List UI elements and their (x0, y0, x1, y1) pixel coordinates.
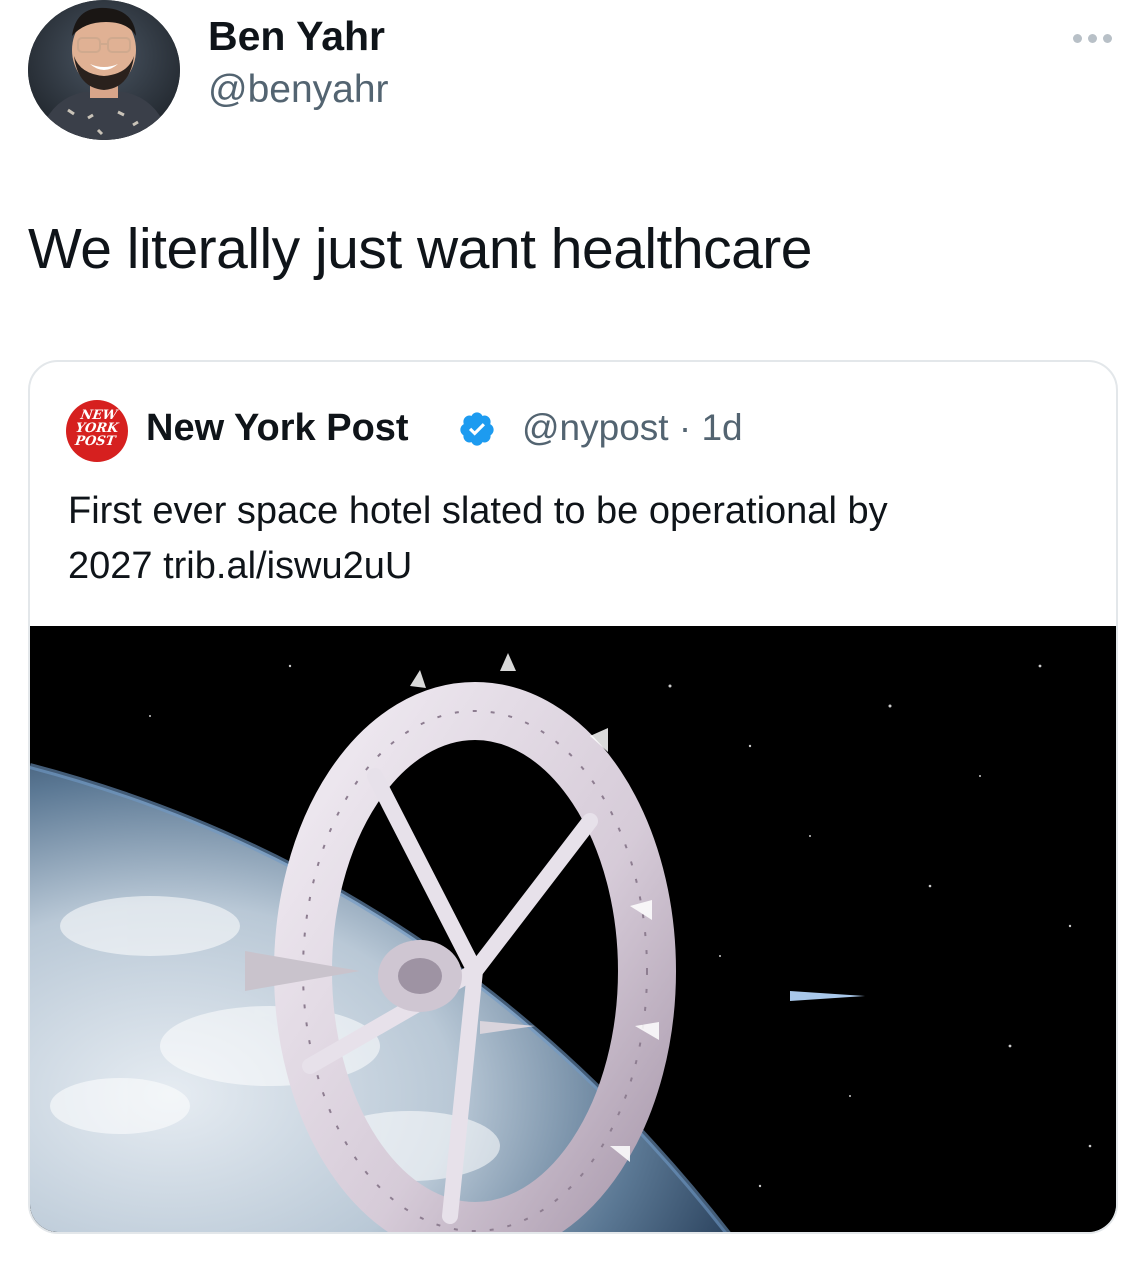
nypost-logo-text: NEW YORK POST (66, 408, 128, 449)
space-hotel-illustration (30, 626, 1116, 1232)
quoted-tweet-card[interactable]: NEW YORK POST New York Post @nypost · 1d… (28, 360, 1118, 1234)
quoted-text-line[interactable]: 2027 trib.al/iswu2uU (68, 539, 1088, 594)
more-horizontal-icon-dot (1087, 33, 1097, 43)
avatar[interactable] (28, 0, 180, 140)
more-options-button[interactable] (1062, 26, 1122, 50)
more-horizontal-icon-dot (1102, 33, 1112, 43)
quoted-display-name[interactable]: New York Post (146, 404, 409, 452)
tweet-text: We literally just want healthcare (28, 217, 812, 281)
space-hotel-image[interactable] (30, 626, 1116, 1232)
quoted-tweet-text: First ever space hotel slated to be oper… (68, 484, 1088, 594)
nypost-logo-avatar[interactable]: NEW YORK POST (66, 400, 128, 462)
verified-badge-icon (460, 412, 494, 446)
quoted-text-line: First ever space hotel slated to be oper… (68, 490, 888, 532)
avatar-photo (28, 0, 180, 140)
author-handle[interactable]: @benyahr (208, 67, 389, 113)
quoted-handle-and-time[interactable]: @nypost · 1d (522, 404, 743, 452)
logo-text-line: POST (74, 434, 117, 449)
author-display-name[interactable]: Ben Yahr (208, 12, 385, 60)
more-horizontal-icon (1072, 33, 1082, 43)
